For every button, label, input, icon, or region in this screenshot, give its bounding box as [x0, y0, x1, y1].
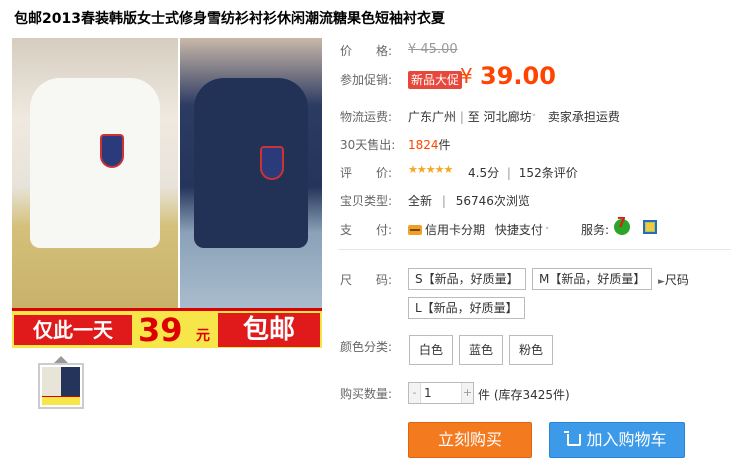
rating-stars-icon: ★★★★★	[408, 163, 453, 176]
white-shirt	[30, 78, 160, 248]
banner-unit: 元	[196, 328, 210, 344]
price-label: 价 格:	[340, 44, 393, 58]
item-condition: 全新	[408, 194, 433, 208]
stock-info: 件 (库存3425件)	[478, 388, 570, 402]
review-count-link[interactable]: 152条评价	[519, 166, 578, 180]
badge-icon	[100, 134, 124, 168]
quick-pay-link[interactable]: 快捷支付	[495, 223, 543, 237]
guarantee-icon[interactable]	[643, 220, 657, 234]
size-option-m[interactable]: M【新品，好质量】	[532, 268, 653, 290]
sales-label: 30天售出:	[340, 138, 396, 152]
cart-icon	[564, 431, 582, 446]
quantity-input[interactable]	[421, 383, 461, 403]
color-option-white[interactable]: 白色	[409, 335, 453, 365]
ship-to-label: 至	[467, 110, 480, 124]
banner-price: 39	[138, 311, 183, 348]
rating-label: 评 价:	[340, 166, 393, 180]
add-to-cart-button[interactable]: 加入购物车	[549, 422, 685, 458]
quantity-decrease-button[interactable]: -	[409, 383, 421, 403]
original-price: ¥ 45.00	[408, 42, 458, 57]
banner-one-day: 仅此一天	[14, 315, 132, 345]
promo-banner: 仅此一天 39 元 包邮	[12, 308, 322, 348]
color-label: 颜色分类:	[340, 340, 393, 354]
banner-free-shipping: 包邮	[218, 313, 320, 347]
color-option-blue[interactable]: 蓝色	[459, 335, 503, 365]
buy-now-button[interactable]: 立刻购买	[408, 422, 532, 458]
shipping-label: 物流运费:	[340, 110, 393, 124]
service-label: 服务:	[581, 223, 610, 237]
size-label: 尺 码:	[340, 273, 393, 287]
rating-score: 4.5分	[468, 166, 500, 180]
credit-card-icon	[408, 225, 422, 235]
color-option-pink[interactable]: 粉色	[509, 335, 553, 365]
quantity-stepper: - +	[408, 382, 474, 404]
product-title: 包邮2013春装韩版女士式修身雪纺衫衬衫休闲潮流糖果色短袖衬衣夏	[14, 11, 445, 27]
chevron-down-icon[interactable]: ˅	[545, 227, 550, 237]
shipping-fee: 卖家承担运费	[547, 110, 620, 124]
navy-shirt	[194, 78, 308, 248]
currency-symbol: ¥	[460, 64, 473, 88]
main-product-image[interactable]: 仅此一天 39 元 包邮	[12, 38, 322, 348]
view-count: 56746次浏览	[455, 194, 530, 208]
size-option-s[interactable]: S【新品，好质量】	[408, 268, 526, 290]
sales-count: 1824	[408, 138, 439, 152]
payment-label: 支 付:	[340, 223, 393, 237]
thumbnail[interactable]	[38, 363, 84, 409]
item-type-label: 宝贝类型:	[340, 194, 393, 208]
quantity-label: 购买数量:	[340, 387, 393, 401]
thumb-pointer-icon	[54, 356, 68, 363]
ship-to-select[interactable]: 河北廊坊	[484, 110, 532, 124]
seven-day-return-icon[interactable]	[614, 216, 630, 235]
promo-tag: 新品大促	[408, 71, 463, 89]
size-option-l[interactable]: L【新品，好质量】	[408, 297, 525, 319]
size-chart-link[interactable]: ►尺码	[658, 271, 689, 288]
caret-right-icon: ►	[658, 277, 665, 287]
quantity-increase-button[interactable]: +	[461, 383, 473, 403]
ship-from: 广东广州	[408, 110, 457, 124]
sale-price: 39.00	[480, 62, 556, 90]
badge-icon	[260, 146, 284, 180]
card-installment-link[interactable]: 信用卡分期	[425, 223, 485, 237]
promo-label: 参加促销:	[340, 73, 393, 87]
divider	[338, 249, 731, 250]
chevron-down-icon[interactable]: ˅	[532, 114, 537, 124]
